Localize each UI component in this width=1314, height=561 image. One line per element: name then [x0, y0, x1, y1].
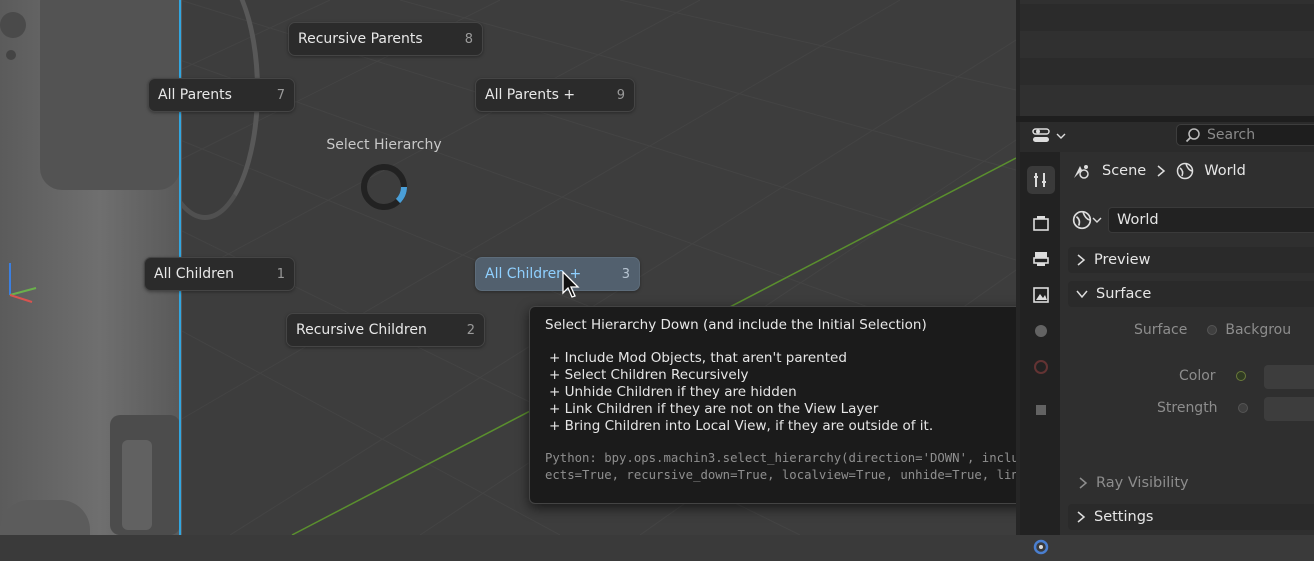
3d-viewport[interactable]: Recursive Parents 8 All Parents 7 All Pa… — [0, 0, 1016, 535]
section-label: Preview — [1094, 252, 1151, 268]
properties-editor-icon — [1032, 128, 1050, 142]
chevron-down-icon — [1076, 290, 1088, 299]
search-icon — [1185, 128, 1200, 143]
world-browse-button[interactable] — [1072, 207, 1102, 233]
tooltip-line: + Bring Children into Local View, if the… — [549, 418, 934, 434]
chevron-right-icon — [1079, 477, 1088, 489]
section-label: Settings — [1094, 509, 1154, 525]
scene-icon — [1074, 165, 1089, 179]
chevron-down-icon — [1056, 133, 1066, 139]
pie-item-label: All Children — [154, 266, 235, 282]
view-layer-tab-icon[interactable] — [1027, 281, 1055, 309]
scene-tab-icon[interactable] — [1027, 317, 1055, 345]
object-tab-icon[interactable] — [1027, 396, 1055, 424]
breadcrumb-scene: Scene — [1102, 163, 1147, 179]
color-property: Color — [1179, 368, 1246, 384]
pie-item-all-children-plus[interactable]: All Children + 3 — [475, 257, 640, 291]
search-placeholder: Search — [1207, 127, 1256, 143]
pie-item-hotkey: 9 — [616, 87, 625, 103]
pie-item-recursive-parents[interactable]: Recursive Parents 8 — [288, 22, 483, 56]
socket-dot-icon[interactable] — [1235, 371, 1246, 381]
world-icon — [1176, 162, 1194, 180]
pie-item-label: All Parents + — [485, 87, 576, 103]
strength-label: Strength — [1157, 400, 1218, 416]
pie-item-all-children[interactable]: All Children 1 — [144, 257, 295, 291]
section-ray-visibility[interactable]: Ray Visibility — [1078, 470, 1314, 496]
pie-item-hotkey: 1 — [276, 266, 285, 282]
outliner-panel[interactable] — [1016, 0, 1314, 116]
tooltip-line: + Include Mod Objects, that aren't paren… — [549, 350, 847, 366]
strength-property: Strength — [1157, 400, 1248, 416]
pie-item-label: Recursive Children — [296, 322, 427, 338]
tooltip-line: + Select Children Recursively — [549, 367, 749, 383]
chevron-right-icon — [1077, 511, 1086, 523]
socket-dot-icon[interactable] — [1237, 403, 1248, 413]
physics-tab-icon[interactable] — [1027, 533, 1055, 561]
socket-dot-icon[interactable] — [1207, 325, 1218, 335]
tooltip-line: + Unhide Children if they are hidden — [549, 384, 797, 400]
output-tab-icon[interactable] — [1027, 245, 1055, 273]
section-label: Surface — [1096, 286, 1152, 302]
chevron-down-icon — [1092, 217, 1102, 223]
pie-item-hotkey: 8 — [464, 31, 473, 47]
render-tab-icon[interactable] — [1027, 209, 1055, 237]
breadcrumb-world: World — [1204, 163, 1246, 179]
section-settings[interactable]: Settings — [1068, 504, 1314, 530]
surface-value[interactable]: Backgrou — [1225, 322, 1291, 338]
pie-menu-title: Select Hierarchy — [326, 137, 442, 153]
surface-label: Surface — [1134, 322, 1188, 338]
pie-item-hotkey: 3 — [621, 266, 630, 282]
world-name-field[interactable]: World — [1108, 207, 1314, 233]
pie-item-all-parents-plus[interactable]: All Parents + 9 — [475, 78, 635, 112]
properties-tab-strip — [1020, 152, 1060, 555]
strength-field[interactable] — [1264, 397, 1314, 421]
properties-content: Scene World World Preview Surface Surfac… — [1064, 152, 1314, 535]
editor-type-button[interactable] — [1032, 124, 1076, 148]
chevron-right-icon — [1077, 254, 1086, 266]
tooltip-python: Python: bpy.ops.machin3.select_hierarchy… — [545, 451, 1016, 482]
world-icon — [1072, 210, 1092, 230]
axis-gizmo-icon — [9, 263, 37, 303]
tooltip-line: + Link Children if they are not on the V… — [549, 401, 879, 417]
pie-direction-indicator-icon — [361, 164, 407, 210]
properties-header: Search — [1020, 122, 1314, 152]
mouse-cursor-icon — [562, 271, 580, 298]
world-tab-icon[interactable] — [1027, 353, 1055, 381]
section-label: Ray Visibility — [1096, 475, 1189, 491]
section-preview[interactable]: Preview — [1068, 247, 1314, 273]
surface-property: Surface Backgrou — [1134, 322, 1291, 338]
chevron-right-icon — [1157, 165, 1166, 177]
pie-item-label: All Parents — [158, 87, 232, 103]
section-surface[interactable]: Surface — [1068, 281, 1314, 307]
color-field[interactable] — [1264, 365, 1314, 389]
pie-item-label: Recursive Parents — [298, 31, 423, 47]
search-input[interactable]: Search — [1176, 124, 1314, 146]
pie-item-all-parents[interactable]: All Parents 7 — [148, 78, 295, 112]
pie-item-hotkey: 2 — [466, 322, 475, 338]
pie-item-hotkey: 7 — [276, 87, 285, 103]
breadcrumb: Scene World — [1072, 162, 1246, 180]
properties-editor[interactable]: Search Scene World World Preview Surface… — [1016, 122, 1314, 555]
color-label: Color — [1179, 368, 1216, 384]
tool-tab-icon[interactable] — [1027, 166, 1055, 194]
tooltip-title: Select Hierarchy Down (and include the I… — [545, 317, 927, 333]
pie-item-recursive-children[interactable]: Recursive Children 2 — [286, 313, 485, 347]
operator-tooltip: Select Hierarchy Down (and include the I… — [529, 306, 1016, 504]
